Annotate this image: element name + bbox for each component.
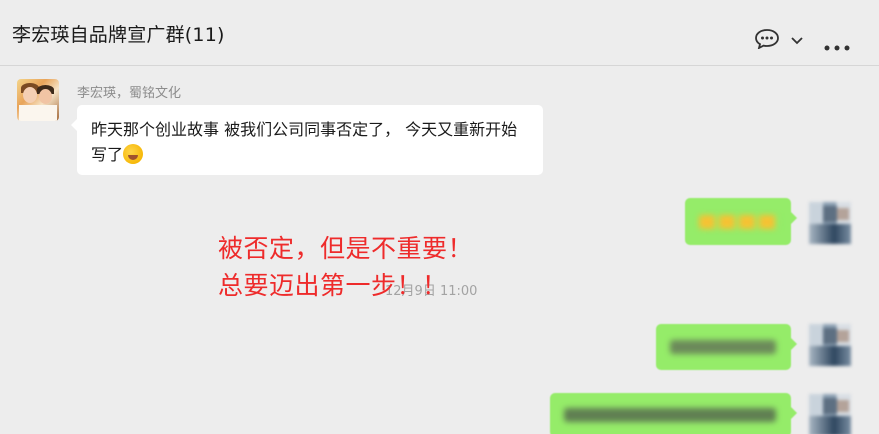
sender-avatar[interactable] [17,79,59,121]
chat-header: 李宏瑛自品牌宣广群(11) [0,0,879,66]
chat-bubble-icon[interactable] [755,29,779,50]
own-avatar[interactable] [809,324,851,366]
own-avatar[interactable] [809,394,851,434]
more-icon[interactable] [824,36,850,51]
chat-title[interactable]: 李宏瑛自品牌宣广群(11) [12,20,225,47]
blurred-text [564,408,776,422]
overlay-caption-line1: 被否定，但是不重要！ [218,234,474,263]
emoji-row [699,214,779,229]
message-bubble[interactable]: 昨天那个创业故事 被我们公司同事否定了， 今天又重新开始写了 [71,105,543,175]
own-message-bubble[interactable] [656,324,797,370]
own-avatar[interactable] [809,202,851,244]
message-text: 昨天那个创业故事 被我们公司同事否定了， 今天又重新开始写了 [91,120,518,164]
chevron-down-icon[interactable] [790,32,804,45]
blurred-text [670,340,776,354]
chat-window: 李宏瑛自品牌宣广群(11) 李宏瑛，蜀铭文化 昨天那个创业故事 被我们公司同事否… [0,0,879,434]
sender-name: 李宏瑛，蜀铭文化 [77,86,182,101]
own-message-bubble[interactable] [550,393,797,434]
overlay-caption-line2: 总要迈出第一步！！ [218,271,448,300]
own-message-bubble[interactable] [685,198,797,245]
rolling-laugh-emoji-icon [123,144,144,164]
